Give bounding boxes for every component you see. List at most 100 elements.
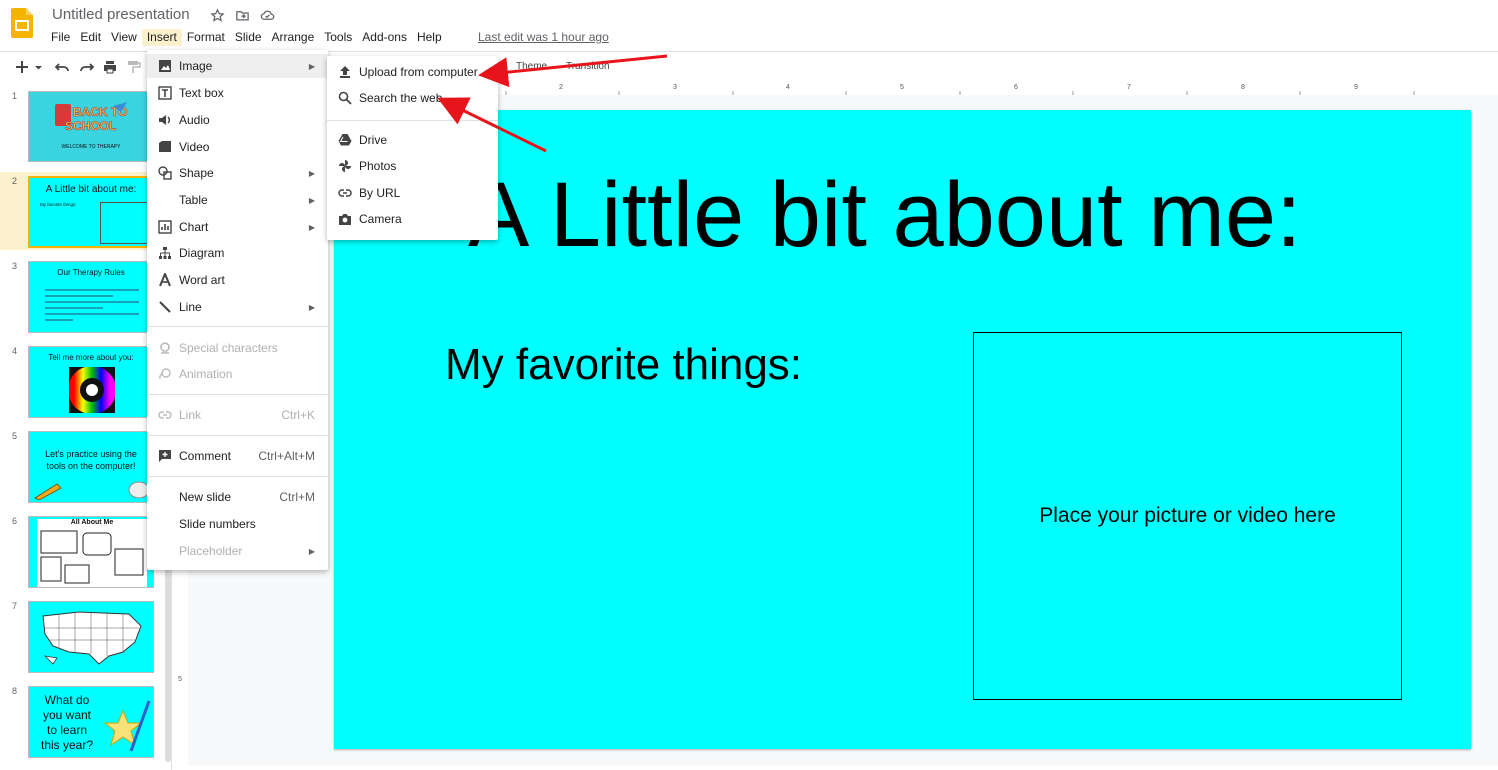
upload-icon [338,65,352,79]
slide-thumbnail-3[interactable]: Our Therapy Rules [28,261,154,333]
thumb-title: Tell me more about you: [48,353,134,362]
menu-separator [147,435,328,436]
new-slide-plus-icon[interactable] [15,60,29,74]
redo-icon[interactable] [80,60,94,74]
menu-item-audio[interactable]: Audio [147,108,328,132]
ruler-label: 8 [1241,84,1245,91]
submenu-arrow-icon: ▶ [308,61,315,71]
menu-file[interactable]: File [46,29,75,46]
thumb-title: All About Me [70,519,114,526]
slide-thumbnail-7[interactable] [28,601,154,673]
submenu-item-by-url[interactable]: By URL [327,181,498,205]
ruler-label: 5 [178,676,182,683]
undo-icon[interactable] [55,60,69,74]
menu-edit[interactable]: Edit [75,29,106,46]
menu-tools[interactable]: Tools [319,29,357,46]
menu-item-line[interactable]: Line ▶ [147,295,328,319]
diagram-icon [158,246,172,260]
image-submenu: Upload from computer Search the web Driv… [327,56,498,240]
slide-thumbnail-5[interactable]: Let's practice using the tools on the co… [28,431,154,503]
theme-button[interactable]: Theme [516,61,547,72]
menu-item-image[interactable]: Image ▶ [147,54,328,78]
menu-item-video[interactable]: Video [147,135,328,159]
text-box-icon [158,86,172,100]
ruler-label: 5 [900,84,904,91]
ruler-label: 6 [1014,84,1018,91]
drive-icon [338,133,352,147]
slide-title-textbox[interactable]: A Little bit about me: [468,163,1302,268]
submenu-item-drive[interactable]: Drive [327,128,498,152]
submenu-arrow-icon: ▶ [308,546,315,556]
slide-number: 3 [12,261,18,271]
document-title[interactable]: Untitled presentation [52,6,190,23]
menu-item-comment[interactable]: Comment Ctrl+Alt+M [147,444,328,468]
menu-arrange[interactable]: Arrange [267,29,320,46]
ruler-label: 9 [1354,84,1358,91]
omega-icon [158,341,172,355]
menu-item-table[interactable]: Table ▶ [147,188,328,212]
menu-separator [147,476,328,477]
thumb-text-lines [45,289,139,321]
move-folder-icon[interactable] [235,8,250,23]
pencil-image [34,483,62,500]
menu-separator [327,120,498,121]
slide-number: 7 [12,601,18,611]
transition-button[interactable]: Transition [566,61,610,72]
link-icon [338,186,352,200]
slide-thumbnail-2[interactable]: A Little bit about me: My favorite thing… [28,176,154,248]
submenu-item-camera[interactable]: Camera [327,207,498,231]
media-placeholder-box[interactable]: Place your picture or video here [973,332,1402,700]
menu-item-shape[interactable]: Shape ▶ [147,161,328,185]
slide-thumbnail-1[interactable]: BACK TO SCHOOL WELCOME TO THERAPY [28,91,154,162]
menu-item-chart[interactable]: Chart ▶ [147,215,328,239]
menu-addons[interactable]: Add-ons [357,29,412,46]
slide-number: 8 [12,686,18,696]
horizontal-ruler[interactable]: 1 2 3 4 5 6 7 8 9 [336,83,1472,95]
magic-wand-image [103,700,151,752]
menu-item-special-characters[interactable]: Special characters [147,336,328,360]
star-icon[interactable] [210,8,225,23]
slide-body-textbox[interactable]: My favorite things: [445,340,802,390]
us-map-image [42,611,142,665]
speaker-icon [158,113,172,127]
thumb-title: Our Therapy Rules [57,268,125,277]
menu-item-slide-numbers[interactable]: Slide numbers [147,512,328,536]
print-icon[interactable] [103,60,117,74]
menu-item-text-box[interactable]: Text box [147,81,328,105]
ruler-label: 4 [786,84,790,91]
menu-insert[interactable]: Insert [141,29,182,46]
slide-thumbnail-6[interactable]: All About Me [28,516,154,588]
menu-view[interactable]: View [106,29,142,46]
slides-logo-icon[interactable] [11,8,33,38]
menu-format[interactable]: Format [182,29,230,46]
paint-format-icon[interactable] [127,60,141,74]
cloud-saved-icon[interactable] [260,8,275,23]
camera-icon [338,212,352,226]
chevron-down-icon[interactable] [34,60,43,74]
submenu-item-search-the-web[interactable]: Search the web [327,86,498,110]
svg-text:SCHOOL: SCHOOL [65,119,116,133]
slide-thumbnail-8[interactable]: What do you want to learn this year? [28,686,154,758]
submenu-arrow-icon: ▶ [308,302,315,312]
thumb-placeholder-box [100,202,148,244]
menu-item-word-art[interactable]: Word art [147,268,328,292]
slide-number: 5 [12,431,18,441]
slide-number: 4 [12,346,18,356]
menu-item-new-slide[interactable]: New slide Ctrl+M [147,485,328,509]
last-edit-link[interactable]: Last edit was 1 hour ago [478,30,609,44]
menu-item-diagram[interactable]: Diagram [147,241,328,265]
film-icon [158,140,172,154]
menu-slide[interactable]: Slide [230,29,267,46]
thumb-title: What do you want to learn this year? [40,693,94,752]
menu-help[interactable]: Help [412,29,447,46]
shapes-icon [158,166,172,180]
menu-item-link[interactable]: Link Ctrl+K [147,403,328,427]
slide-number: 6 [12,516,18,526]
menu-item-placeholder[interactable]: Placeholder ▶ [147,539,328,563]
submenu-arrow-icon: ▶ [308,195,315,205]
submenu-item-photos[interactable]: Photos [327,154,498,178]
menu-item-animation[interactable]: Animation [147,362,328,386]
submenu-item-upload-from-computer[interactable]: Upload from computer [327,60,498,84]
slide-thumbnail-4[interactable]: Tell me more about you: [28,346,154,418]
worksheet-image: All About Me [37,519,147,587]
